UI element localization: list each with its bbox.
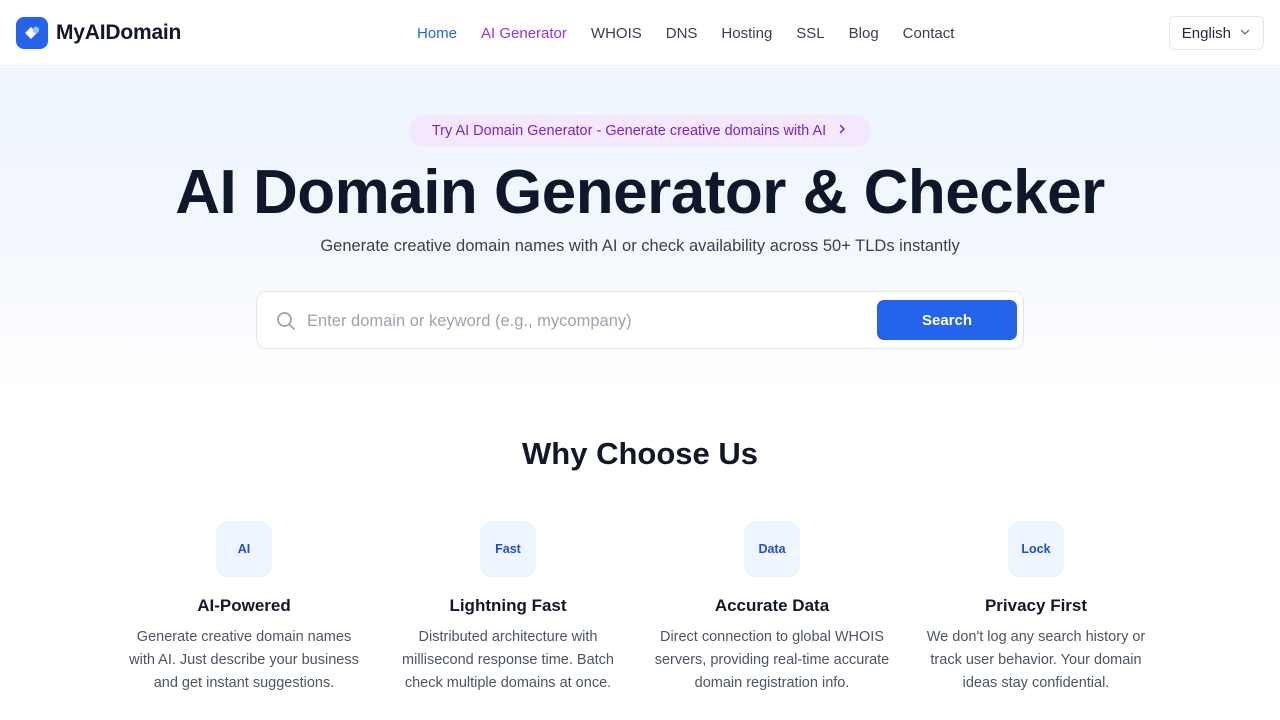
nav-item-blog[interactable]: Blog xyxy=(849,25,879,42)
brand-name: MyAIDomain xyxy=(56,21,182,44)
diamond-logo-icon xyxy=(16,17,48,49)
chevron-down-icon xyxy=(1239,25,1251,42)
hero-section: Try AI Domain Generator - Generate creat… xyxy=(0,67,1280,390)
feature-description: Distributed architecture with millisecon… xyxy=(402,629,614,691)
promo-text: Try AI Domain Generator - Generate creat… xyxy=(431,123,827,139)
page-subtitle: Generate creative domain names with AI o… xyxy=(320,237,960,255)
feature-description: Generate creative domain names with AI. … xyxy=(129,629,359,691)
search-bar: Search xyxy=(256,291,1024,349)
feature-badge: Data xyxy=(744,521,800,577)
chevron-right-icon xyxy=(836,123,848,139)
page-title: AI Domain Generator & Checker xyxy=(175,158,1105,227)
nav-item-hosting[interactable]: Hosting xyxy=(721,25,772,42)
site-header: MyAIDomain Home AI Generator WHOIS DNS H… xyxy=(0,0,1280,66)
search-icon xyxy=(275,310,297,332)
feature-badge: Fast xyxy=(480,521,536,577)
language-label: English xyxy=(1181,24,1231,42)
nav-item-dns[interactable]: DNS xyxy=(666,25,698,42)
feature-description: Direct connection to global WHOIS server… xyxy=(654,629,890,691)
nav-item-contact[interactable]: Contact xyxy=(903,25,955,42)
search-button[interactable]: Search xyxy=(877,300,1017,340)
feature-card-accurate-data: Data Accurate Data Direct connection to … xyxy=(640,521,904,695)
nav-item-ssl[interactable]: SSL xyxy=(796,25,824,42)
feature-card-lightning-fast: Fast Lightning Fast Distributed architec… xyxy=(376,521,640,695)
feature-badge: Lock xyxy=(1008,521,1064,577)
nav-item-ai-generator[interactable]: AI Generator xyxy=(481,25,567,42)
feature-badge: AI xyxy=(216,521,272,577)
feature-card-privacy-first: Lock Privacy First We don't log any sear… xyxy=(904,521,1168,695)
language-select[interactable]: English xyxy=(1168,16,1264,50)
brand[interactable]: MyAIDomain xyxy=(16,17,181,49)
feature-title: Lightning Fast xyxy=(449,596,567,615)
features-title: Why Choose Us xyxy=(522,436,758,471)
feature-card-ai-powered: AI AI-Powered Generate creative domain n… xyxy=(112,521,376,695)
feature-title: Privacy First xyxy=(984,596,1088,615)
promo-banner[interactable]: Try AI Domain Generator - Generate creat… xyxy=(409,115,871,147)
feature-title: AI-Powered xyxy=(197,596,291,615)
feature-title: Accurate Data xyxy=(714,596,830,615)
main-nav: Home AI Generator WHOIS DNS Hosting SSL … xyxy=(417,0,954,66)
nav-item-whois[interactable]: WHOIS xyxy=(591,25,642,42)
feature-description: We don't log any search history or track… xyxy=(926,629,1146,691)
search-input[interactable] xyxy=(307,306,867,336)
nav-item-home[interactable]: Home xyxy=(417,25,457,42)
